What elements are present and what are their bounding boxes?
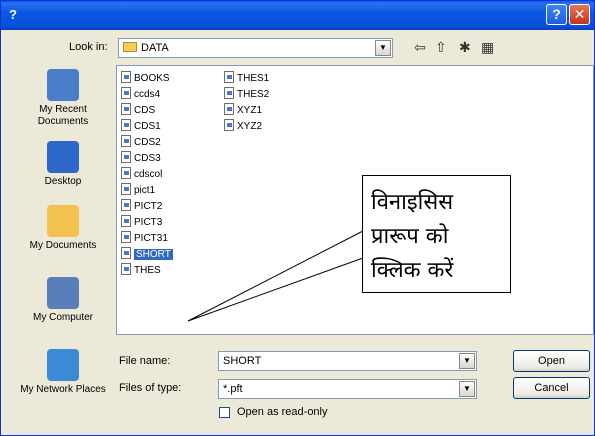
callout-line-2: प्रारूप को [371, 224, 449, 249]
annotation-callout: विनाइसिस प्रारूप को क्लिक करें [362, 175, 511, 293]
callout-line-1: विनाइसिस [371, 190, 454, 215]
callout-line-3: क्लिक करें [371, 258, 454, 283]
